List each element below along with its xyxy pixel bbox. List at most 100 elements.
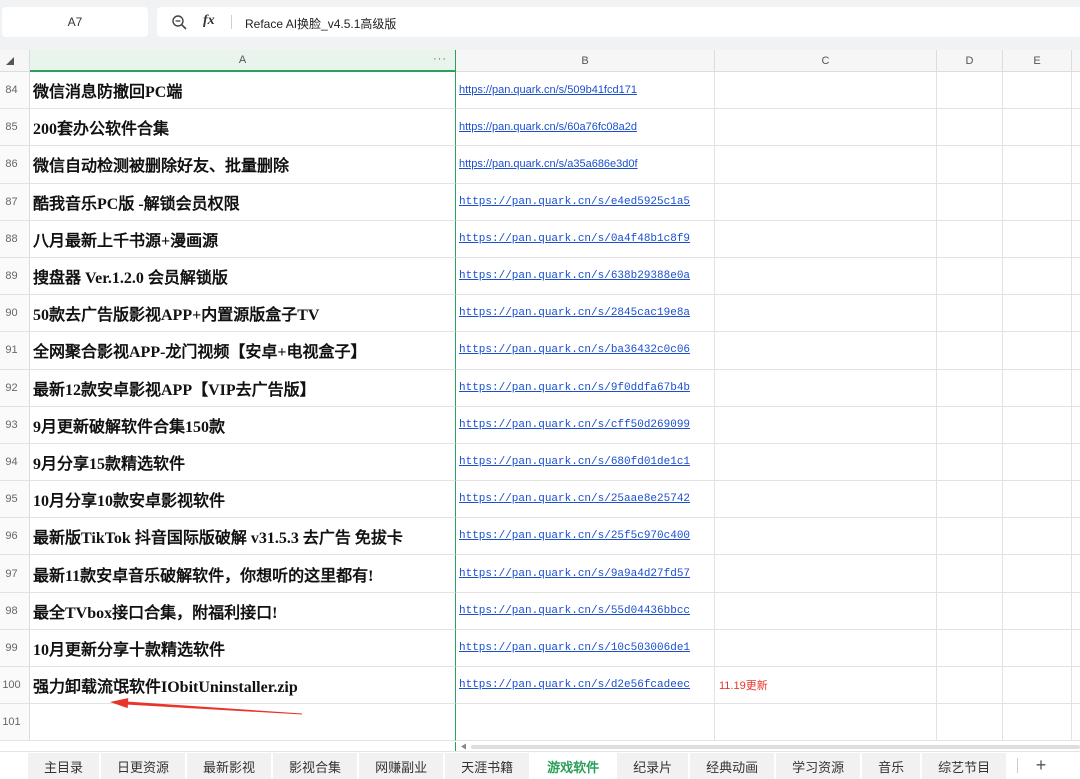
cell-a-title[interactable]: 10月更新分享十款精选软件: [30, 629, 456, 667]
cell-d[interactable]: [937, 518, 1003, 556]
row-number[interactable]: 91: [0, 332, 30, 370]
cell-b-link[interactable]: [456, 704, 715, 742]
column-more-button[interactable]: ···: [433, 53, 447, 65]
cell-d[interactable]: [937, 443, 1003, 482]
scroll-left-icon[interactable]: [460, 743, 467, 750]
download-link[interactable]: https://pan.quark.cn/s/0a4f48b1c8f9: [459, 233, 690, 245]
cell-reference-box[interactable]: A7: [2, 7, 148, 37]
cell-f[interactable]: [1072, 370, 1080, 407]
column-header-a[interactable]: A ···: [30, 50, 456, 72]
cell-c-note[interactable]: [715, 109, 937, 147]
cell-c-note[interactable]: [715, 146, 937, 184]
row-number[interactable]: 101: [0, 704, 30, 742]
cell-f[interactable]: [1072, 221, 1080, 258]
cell-e[interactable]: [1003, 518, 1072, 556]
cell-d[interactable]: [937, 146, 1003, 184]
select-all-icon[interactable]: [6, 56, 14, 65]
cell-b-link[interactable]: https://pan.quark.cn/s/cff50d269099: [456, 406, 715, 444]
sheet-tab-active[interactable]: 游戏软件: [531, 753, 616, 779]
sheet-tab-9[interactable]: 经典动画: [690, 753, 775, 779]
cell-e[interactable]: [1003, 146, 1072, 184]
sheet-tab-10[interactable]: 学习资源: [776, 753, 861, 779]
cell-e[interactable]: [1003, 109, 1072, 147]
cell-c-note[interactable]: [715, 72, 937, 110]
cell-b-link[interactable]: https://pan.quark.cn/s/0a4f48b1c8f9: [456, 220, 715, 258]
cell-f[interactable]: [1072, 704, 1080, 742]
download-link[interactable]: https://pan.quark.cn/s/2845cac19e8a: [459, 307, 690, 319]
cell-c-note[interactable]: [715, 481, 937, 519]
cell-d[interactable]: [937, 592, 1003, 630]
cell-b-link[interactable]: https://pan.quark.cn/s/25f5c970c400: [456, 518, 715, 556]
row-number[interactable]: 84: [0, 72, 30, 110]
cell-c-note[interactable]: [715, 592, 937, 630]
download-link[interactable]: https://pan.quark.cn/s/ba36432c0c06: [459, 344, 690, 356]
formula-content[interactable]: Reface AI换脸_v4.5.1高级版: [245, 15, 396, 32]
cell-f[interactable]: [1072, 295, 1080, 333]
cell-d[interactable]: [937, 295, 1003, 333]
add-sheet-button[interactable]: +: [1030, 754, 1052, 776]
sheet-tab-12[interactable]: 综艺节目: [922, 753, 1007, 779]
cell-c-note[interactable]: [715, 518, 937, 556]
download-link[interactable]: https://pan.quark.cn/s/cff50d269099: [459, 419, 690, 431]
cell-d[interactable]: [937, 481, 1003, 519]
cell-b-link[interactable]: https://pan.quark.cn/s/ba36432c0c06: [456, 332, 715, 370]
download-link[interactable]: https://pan.quark.cn/s/25aae8e25742: [459, 493, 690, 505]
cell-b-link[interactable]: https://pan.quark.cn/s/9a9a4d27fd57: [456, 555, 715, 593]
cell-a-title[interactable]: 最全TVbox接口合集，附福利接口!: [30, 592, 456, 630]
download-link[interactable]: https://pan.quark.cn/s/a35a686e3d0f: [459, 158, 638, 170]
cell-a-title[interactable]: 9月更新破解软件合集150款: [30, 406, 456, 444]
download-link[interactable]: https://pan.quark.cn/s/638b29388e0a: [459, 270, 690, 282]
cell-d[interactable]: [937, 109, 1003, 147]
row-number[interactable]: 90: [0, 295, 30, 333]
cell-d[interactable]: [937, 369, 1003, 407]
cell-e[interactable]: [1003, 629, 1072, 667]
cell-e[interactable]: [1003, 667, 1072, 705]
cell-a-title[interactable]: 强力卸载流氓软件IObitUninstaller.zip: [30, 667, 456, 705]
cell-d[interactable]: [937, 667, 1003, 705]
cell-f[interactable]: [1072, 407, 1080, 444]
cell-a-title[interactable]: 200套办公软件合集: [30, 109, 456, 147]
cell-b-link[interactable]: https://pan.quark.cn/s/9f0ddfa67b4b: [456, 369, 715, 407]
column-header-c[interactable]: C: [715, 50, 937, 72]
row-number[interactable]: 92: [0, 369, 30, 407]
download-link[interactable]: https://pan.quark.cn/s/509b41fcd171: [459, 84, 637, 96]
cell-a-title[interactable]: 微信自动检测被删除好友、批量删除: [30, 146, 456, 184]
cell-a-title[interactable]: 50款去广告版影视APP+内置源版盒子TV: [30, 295, 456, 333]
download-link[interactable]: https://pan.quark.cn/s/680fd01de1c1: [459, 456, 690, 468]
cell-c-note[interactable]: [715, 704, 937, 742]
row-number[interactable]: 99: [0, 629, 30, 667]
download-link[interactable]: https://pan.quark.cn/s/10c503006de1: [459, 642, 690, 654]
row-number[interactable]: 100: [0, 667, 30, 705]
cell-e[interactable]: [1003, 72, 1072, 110]
cell-b-link[interactable]: https://pan.quark.cn/s/55d04436bbcc: [456, 592, 715, 630]
row-number[interactable]: 94: [0, 443, 30, 482]
cell-a-title[interactable]: 9月分享15款精选软件: [30, 443, 456, 482]
cell-e[interactable]: [1003, 704, 1072, 742]
sheet-tab-4[interactable]: 影视合集: [273, 753, 358, 779]
cell-f[interactable]: [1072, 481, 1080, 519]
cell-c-note[interactable]: [715, 183, 937, 221]
cell-e[interactable]: [1003, 481, 1072, 519]
sheet-tab-2[interactable]: 日更资源: [101, 753, 186, 779]
cell-e[interactable]: [1003, 257, 1072, 296]
cell-d[interactable]: [937, 406, 1003, 444]
cell-d[interactable]: [937, 332, 1003, 370]
download-link[interactable]: https://pan.quark.cn/s/e4ed5925c1a5: [459, 196, 690, 208]
cell-c-note[interactable]: [715, 332, 937, 370]
cell-d[interactable]: [937, 257, 1003, 296]
cell-d[interactable]: [937, 183, 1003, 221]
sheet-tab-11[interactable]: 音乐: [862, 753, 921, 779]
column-header-b[interactable]: B: [456, 50, 715, 72]
cell-e[interactable]: [1003, 220, 1072, 258]
row-number[interactable]: 89: [0, 257, 30, 296]
formula-input[interactable]: fx Reface AI换脸_v4.5.1高级版: [157, 7, 1080, 37]
fx-button[interactable]: fx: [203, 13, 215, 29]
cell-f[interactable]: [1072, 444, 1080, 482]
cell-a-title[interactable]: [30, 704, 456, 742]
cell-c-note[interactable]: [715, 257, 937, 296]
cell-e[interactable]: [1003, 295, 1072, 333]
cell-a-title[interactable]: 八月最新上千书源+漫画源: [30, 220, 456, 258]
cell-c-note[interactable]: [715, 555, 937, 593]
cell-a-title[interactable]: 最新11款安卓音乐破解软件，你想听的这里都有!: [30, 555, 456, 593]
cell-a-title[interactable]: 微信消息防撤回PC端: [30, 72, 456, 110]
